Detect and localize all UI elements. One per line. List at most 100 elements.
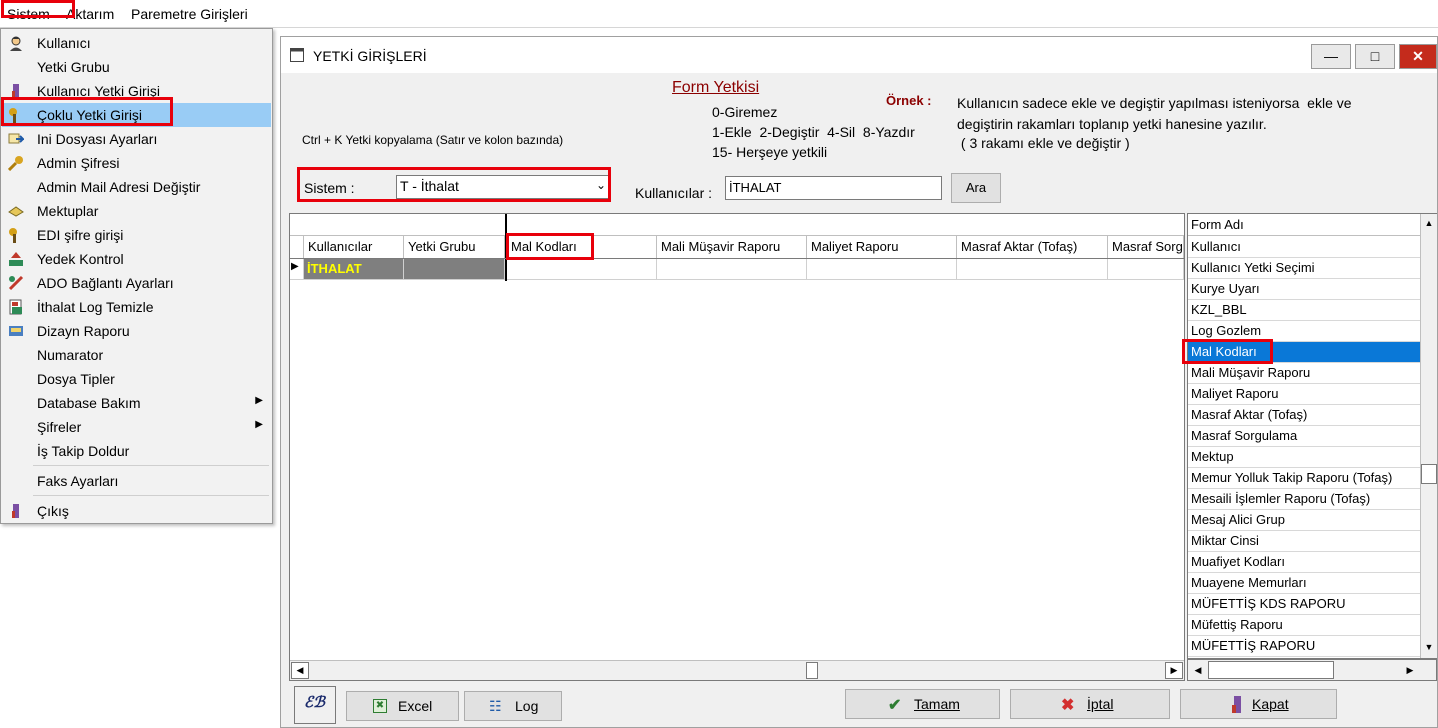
kullanicilar-input-value: İTHALAT	[729, 180, 782, 195]
menu-item-kullanici[interactable]: Kullanıcı	[2, 31, 271, 55]
scroll-thumb[interactable]	[806, 662, 818, 679]
column-header-maliyet-raporu[interactable]: Maliyet Raporu	[807, 236, 957, 258]
column-header-masraf-sorg[interactable]: Masraf Sorg	[1108, 236, 1184, 258]
exit-icon	[12, 504, 19, 518]
menu-item-mektuplar[interactable]: Mektuplar	[2, 199, 271, 223]
excel-icon: ✖	[373, 699, 387, 713]
menu-sistem[interactable]: Sistem	[7, 6, 50, 22]
kapat-button[interactable]: Kapat	[1180, 689, 1337, 719]
close-button[interactable]: ✕	[1399, 44, 1437, 69]
menu-parametre-girisleri[interactable]: Paremetre Girişleri	[131, 6, 248, 22]
menu-item-dosya-tipler[interactable]: Dosya Tipler	[2, 367, 271, 391]
form-list-item[interactable]: Muafiyet Kodları	[1188, 552, 1420, 573]
ini-settings-icon	[8, 133, 24, 144]
form-list-scroll-thumb[interactable]	[1421, 464, 1437, 484]
form-list-item[interactable]: Masraf Sorgulama	[1188, 426, 1420, 447]
minimize-button[interactable]: —	[1311, 44, 1351, 69]
form-list-hscroll-thumb[interactable]	[1208, 661, 1334, 679]
menu-item-cikis[interactable]: Çıkış	[2, 499, 271, 523]
grid-cell-kullanicilar[interactable]: İTHALAT	[304, 259, 404, 280]
ornek-label: Örnek :	[886, 93, 932, 108]
sistem-select[interactable]: T - İthalat ⌄	[396, 175, 611, 199]
menu-item-dizayn-raporu[interactable]: Dizayn Raporu	[2, 319, 271, 343]
form-list-item[interactable]: Müfettiş Raporu	[1188, 615, 1420, 636]
menu-item-ado-baglanti[interactable]: ADO Bağlantı Ayarları	[2, 271, 271, 295]
form-list-item[interactable]: Mali Müşavir Raporu	[1188, 363, 1420, 384]
form-list-item[interactable]: Kullanıcı	[1188, 237, 1420, 258]
grid-cell-mali-musavir[interactable]	[657, 259, 807, 280]
grid-cell-yetki-grubu[interactable]	[404, 259, 505, 280]
sistem-label: Sistem :	[304, 180, 355, 196]
eb-logo-button[interactable]: ℰℬ	[294, 686, 336, 724]
form-list-item[interactable]: Log Gozlem	[1188, 321, 1420, 342]
form-list-item[interactable]: MÜFETTİŞ RAPORU	[1188, 636, 1420, 657]
form-list-item-selected[interactable]: Mal Kodları	[1188, 342, 1420, 363]
menu-item-faks-ayarlari[interactable]: Faks Ayarları	[2, 469, 271, 493]
menu-item-kullanici-yetki-girisi[interactable]: Kullanıcı Yetki Girişi	[2, 79, 271, 103]
scroll-right-icon[interactable]: ▶	[1165, 662, 1183, 679]
column-header-mali-musavir-raporu[interactable]: Mali Müşavir Raporu	[657, 236, 807, 258]
grid-cell-masraf-sorg[interactable]	[1108, 259, 1184, 280]
form-list-horizontal-scrollbar[interactable]: ◀ ▶	[1187, 659, 1437, 681]
grid-cell-masraf-aktar[interactable]	[957, 259, 1108, 280]
yetki-girisleri-window: YETKİ GİRİŞLERİ — □ ✕ Form Yetkisi 0-Gir…	[280, 36, 1438, 728]
row-indicator-icon: ▶	[290, 259, 304, 280]
grid-cell-mal-kodlari[interactable]	[507, 259, 657, 280]
maximize-icon: □	[1370, 48, 1380, 64]
scroll-up-icon[interactable]: ▲	[1421, 214, 1437, 232]
form-list-item[interactable]: Mesaj Alici Grup	[1188, 510, 1420, 531]
example-line-1: Kullanıcın sadece ekle ve degiştir yapıl…	[957, 95, 1352, 111]
form-list-vertical-scrollbar[interactable]: ▲ ▼	[1420, 214, 1437, 658]
menu-item-edi-sifre[interactable]: EDI şifre girişi	[2, 223, 271, 247]
grid-cell-maliyet[interactable]	[807, 259, 957, 280]
menu-item-admin-sifresi[interactable]: Admin Şifresi	[2, 151, 271, 175]
column-header-kullanicilar[interactable]: Kullanıcılar	[304, 236, 404, 258]
form-list-item[interactable]: Kurye Uyarı	[1188, 279, 1420, 300]
scroll-right-icon[interactable]: ▶	[1402, 661, 1418, 679]
menu-item-yedek-kontrol[interactable]: Yedek Kontrol	[2, 247, 271, 271]
form-list-item[interactable]: MÜFETTİŞ KDS RAPORU	[1188, 594, 1420, 615]
form-list-item[interactable]: Miktar Cinsi	[1188, 531, 1420, 552]
form-list-item[interactable]: Masraf Aktar (Tofaş)	[1188, 405, 1420, 426]
form-list-item[interactable]: Memur Yolluk Takip Raporu (Tofaş)	[1188, 468, 1420, 489]
legend-line-3: 15- Herşeye yetkili	[712, 144, 828, 160]
scroll-left-icon[interactable]: ◀	[1190, 661, 1206, 679]
menu-item-numarator[interactable]: Numarator	[2, 343, 271, 367]
menu-aktarim[interactable]: Aktarım	[66, 6, 114, 22]
grid-horizontal-scrollbar[interactable]: ◀ ▶	[290, 660, 1184, 680]
cancel-icon: ✖	[1061, 697, 1075, 714]
menu-bar: Sistem Aktarım Paremetre Girişleri	[0, 0, 1438, 28]
form-list-item[interactable]: Maliyet Raporu	[1188, 384, 1420, 405]
menu-item-ithalat-log-temizle[interactable]: İthalat Log Temizle	[2, 295, 271, 319]
user-key-icon	[12, 84, 19, 98]
menu-item-admin-mail[interactable]: Admin Mail Adresi Değiştir	[2, 175, 271, 199]
minimize-icon: —	[1324, 48, 1338, 64]
tamam-button[interactable]: ✔ Tamam	[845, 689, 1000, 719]
iptal-button[interactable]: ✖ İptal	[1010, 689, 1170, 719]
column-header-mal-kodlari[interactable]: Mal Kodları	[507, 236, 657, 258]
form-list-item[interactable]: Mektup	[1188, 447, 1420, 468]
form-list-item[interactable]: KZL_BBL	[1188, 300, 1420, 321]
scroll-down-icon[interactable]: ▼	[1421, 638, 1437, 656]
check-icon: ✔	[888, 697, 902, 714]
ara-button[interactable]: Ara	[951, 173, 1001, 203]
column-header-yetki-grubu[interactable]: Yetki Grubu	[404, 236, 505, 258]
menu-item-coklu-yetki-girisi[interactable]: Çoklu Yetki Girişi	[2, 103, 271, 127]
menu-item-sifreler[interactable]: Şifreler ▶	[2, 415, 271, 439]
excel-button[interactable]: ✖ Excel	[346, 691, 459, 721]
form-adi-header[interactable]: Form Adı	[1188, 214, 1420, 236]
log-button[interactable]: ☷ Log	[464, 691, 562, 721]
menu-item-is-takip-doldur[interactable]: İş Takip Doldur	[2, 439, 271, 463]
form-list-item[interactable]: Mesaili İşlemler Raporu (Tofaş)	[1188, 489, 1420, 510]
sistem-dropdown-menu: Kullanıcı Yetki Grubu Kullanıcı Yetki Gi…	[0, 28, 273, 524]
form-list-item[interactable]: Kullanıcı Yetki Seçimi	[1188, 258, 1420, 279]
scroll-left-icon[interactable]: ◀	[291, 662, 309, 679]
column-header-masraf-aktar[interactable]: Masraf Aktar (Tofaş)	[957, 236, 1108, 258]
menu-item-database-bakim[interactable]: Database Bakım ▶	[2, 391, 271, 415]
menu-item-ini-dosyasi[interactable]: Ini Dosyası Ayarları	[2, 127, 271, 151]
menu-item-yetki-grubu[interactable]: Yetki Grubu	[2, 55, 271, 79]
form-list-item[interactable]: Muayene Memurları	[1188, 573, 1420, 594]
form-yetkisi-heading: Form Yetkisi	[672, 79, 760, 96]
kullanicilar-input[interactable]: İTHALAT	[725, 176, 942, 200]
maximize-button[interactable]: □	[1355, 44, 1395, 69]
